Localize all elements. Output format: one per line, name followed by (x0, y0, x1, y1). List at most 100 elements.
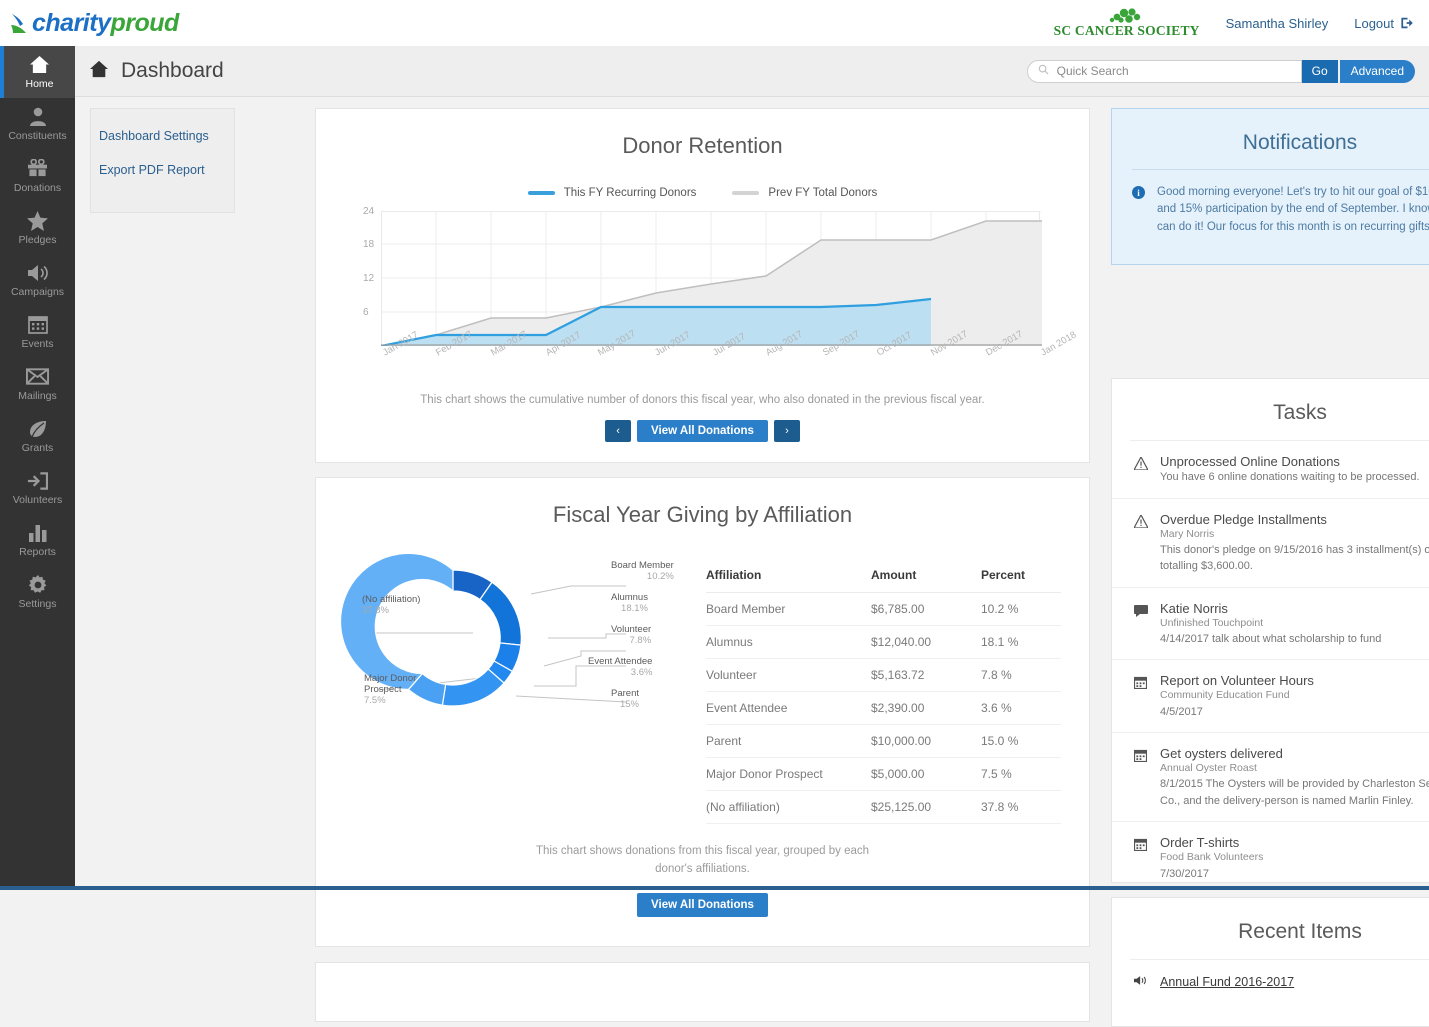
recent-items-title: Recent Items (1112, 898, 1429, 944)
callout-volunteer: Volunteer 7.8% (611, 624, 651, 646)
megaphone-icon (27, 263, 49, 283)
donor-retention-chart: 24 18 12 6 (381, 211, 1040, 346)
sidebar-item-campaigns[interactable]: Campaigns (0, 254, 75, 306)
sidebar-item-events[interactable]: Events (0, 306, 75, 358)
logo-proud-text: proud (110, 9, 178, 37)
task-title: Get oysters delivered (1160, 746, 1429, 761)
slice-alumnus[interactable] (480, 582, 521, 645)
logout-button[interactable]: Logout (1354, 16, 1415, 31)
calendar-icon (1134, 673, 1148, 720)
export-pdf-report-link[interactable]: Export PDF Report (99, 163, 234, 177)
main-content: Dashboard Settings Export PDF Report Don… (75, 97, 1429, 890)
sidebar-item-settings[interactable]: Settings (0, 566, 75, 618)
table-row[interactable]: Event Attendee $2,390.00 3.6 % (706, 692, 1061, 725)
sidebar-label-pledges: Pledges (19, 234, 57, 246)
chart-x-axis: Jan 2017 Feb 2017 Mar 2017 Apr 2017 May … (381, 349, 1040, 389)
sidebar-label-home: Home (25, 78, 53, 90)
cell-percent: 7.5 % (981, 758, 1061, 791)
legend-item-this-fy[interactable]: This FY Recurring Donors (528, 187, 697, 199)
search-pill[interactable] (1027, 60, 1302, 83)
table-row[interactable]: Board Member $6,785.00 10.2 % (706, 593, 1061, 626)
next-dashboard-card (315, 962, 1090, 1022)
sidebar-item-volunteers[interactable]: Volunteers (0, 462, 75, 514)
cell-percent: 37.8 % (981, 791, 1061, 824)
cell-amount: $5,000.00 (871, 758, 981, 791)
barchart-icon (28, 523, 48, 543)
sidebar-item-reports[interactable]: Reports (0, 514, 75, 566)
callout-alumnus: Alumnus 18.1% (611, 592, 648, 614)
sidebar-item-home[interactable]: Home (0, 46, 75, 98)
table-row[interactable]: Volunteer $5,163.72 7.8 % (706, 659, 1061, 692)
task-item[interactable]: Katie Norris Unfinished Touchpoint 4/14/… (1112, 588, 1429, 661)
gear-icon (28, 575, 48, 595)
task-item[interactable]: Get oysters delivered Annual Oyster Roas… (1112, 733, 1429, 822)
task-item[interactable]: Order T-shirts Food Bank Volunteers 7/30… (1112, 822, 1429, 894)
y-tick-18: 18 (363, 239, 374, 250)
recent-item[interactable]: Annual Fund 2016-2017 (1112, 960, 1429, 991)
search-bar: Go Advanced (1027, 60, 1415, 83)
notification-item[interactable]: i Good morning everyone! Let's try to hi… (1112, 170, 1429, 236)
sidebar-item-donations[interactable]: Donations (0, 150, 75, 202)
advanced-search-button[interactable]: Advanced (1340, 60, 1415, 83)
calendar-icon (1134, 746, 1148, 809)
sidebar-item-grants[interactable]: Grants (0, 410, 75, 462)
cell-percent: 15.0 % (981, 725, 1061, 758)
task-item[interactable]: Report on Volunteer Hours Community Educ… (1112, 660, 1429, 733)
task-item[interactable]: Unprocessed Online Donations You have 6 … (1112, 441, 1429, 499)
table-row[interactable]: Parent $10,000.00 15.0 % (706, 725, 1061, 758)
sidebar-item-pledges[interactable]: Pledges (0, 202, 75, 254)
table-row[interactable]: Alumnus $12,040.00 18.1 % (706, 626, 1061, 659)
cell-amount: $25,125.00 (871, 791, 981, 824)
cell-affiliation: Major Donor Prospect (706, 758, 871, 791)
task-item[interactable]: Overdue Pledge Installments Mary Norris … (1112, 499, 1429, 588)
cell-affiliation: Parent (706, 725, 871, 758)
retention-prev-button[interactable]: ‹ (605, 420, 631, 442)
affiliation-table: Affiliation Amount Percent Board Member … (706, 568, 1061, 824)
legend-item-prev-fy[interactable]: Prev FY Total Donors (732, 187, 877, 199)
logo-mark-icon (10, 10, 32, 36)
cell-percent: 18.1 % (981, 626, 1061, 659)
search-go-button[interactable]: Go (1302, 60, 1338, 83)
dashboard-settings-link[interactable]: Dashboard Settings (99, 129, 234, 143)
task-desc: 8/1/2015 The Oysters will be provided by… (1160, 776, 1429, 809)
recent-item-link[interactable]: Annual Fund 2016-2017 (1160, 975, 1294, 989)
col-percent: Percent (981, 568, 1061, 593)
fiscal-year-note: This chart shows donations from this fis… (533, 842, 873, 879)
slice-no-affiliation[interactable] (341, 553, 453, 689)
sidebar-item-mailings[interactable]: Mailings (0, 358, 75, 410)
user-name-link[interactable]: Samantha Shirley (1226, 16, 1329, 31)
y-tick-6: 6 (363, 307, 369, 318)
sidebar-label-settings: Settings (19, 598, 57, 610)
callout-event-attendee: Event Attendee 3.6% (588, 656, 652, 678)
cell-amount: $6,785.00 (871, 593, 981, 626)
cell-affiliation: Alumnus (706, 626, 871, 659)
person-icon (29, 107, 47, 127)
sidebar-item-constituents[interactable]: Constituents (0, 98, 75, 150)
app-logo[interactable]: charityproud (10, 9, 179, 38)
donor-retention-card: Donor Retention This FY Recurring Donors… (315, 108, 1090, 463)
logout-label: Logout (1354, 16, 1394, 31)
breadcrumb-home-icon[interactable] (89, 60, 109, 83)
callout-board-member: Board Member 10.2% (611, 560, 674, 582)
task-desc: You have 6 online donations waiting to b… (1160, 469, 1420, 486)
signin-icon (27, 471, 48, 491)
table-row[interactable]: Major Donor Prospect $5,000.00 7.5 % (706, 758, 1061, 791)
sidebar-label-grants: Grants (22, 442, 54, 454)
table-row[interactable]: (No affiliation) $25,125.00 37.8 % (706, 791, 1061, 824)
retention-view-all-donations-button[interactable]: View All Donations (637, 420, 768, 442)
fiscal-view-all-donations-button[interactable]: View All Donations (637, 893, 768, 917)
fiscal-year-body: Board Member 10.2% Alumnus 18.1% Volunte… (316, 546, 1089, 824)
calendar-icon (1134, 835, 1148, 882)
search-input[interactable] (1057, 64, 1295, 78)
sidebar-label-campaigns: Campaigns (11, 286, 64, 298)
retention-next-button[interactable]: › (774, 420, 800, 442)
org-logo: SC CANCER SOCIETY (1054, 8, 1200, 38)
task-desc: 7/30/2017 (1160, 866, 1263, 883)
megaphone-icon (1134, 973, 1148, 991)
chart-svg (381, 211, 1042, 346)
brand-bar: charityproud SC CANCER SOCIETY Samantha … (0, 0, 1429, 46)
slice-parent[interactable] (442, 669, 504, 706)
sidebar-label-donations: Donations (14, 182, 61, 194)
task-desc: This donor's pledge on 9/15/2016 has 3 i… (1160, 542, 1429, 575)
fiscal-year-title: Fiscal Year Giving by Affiliation (316, 478, 1089, 528)
